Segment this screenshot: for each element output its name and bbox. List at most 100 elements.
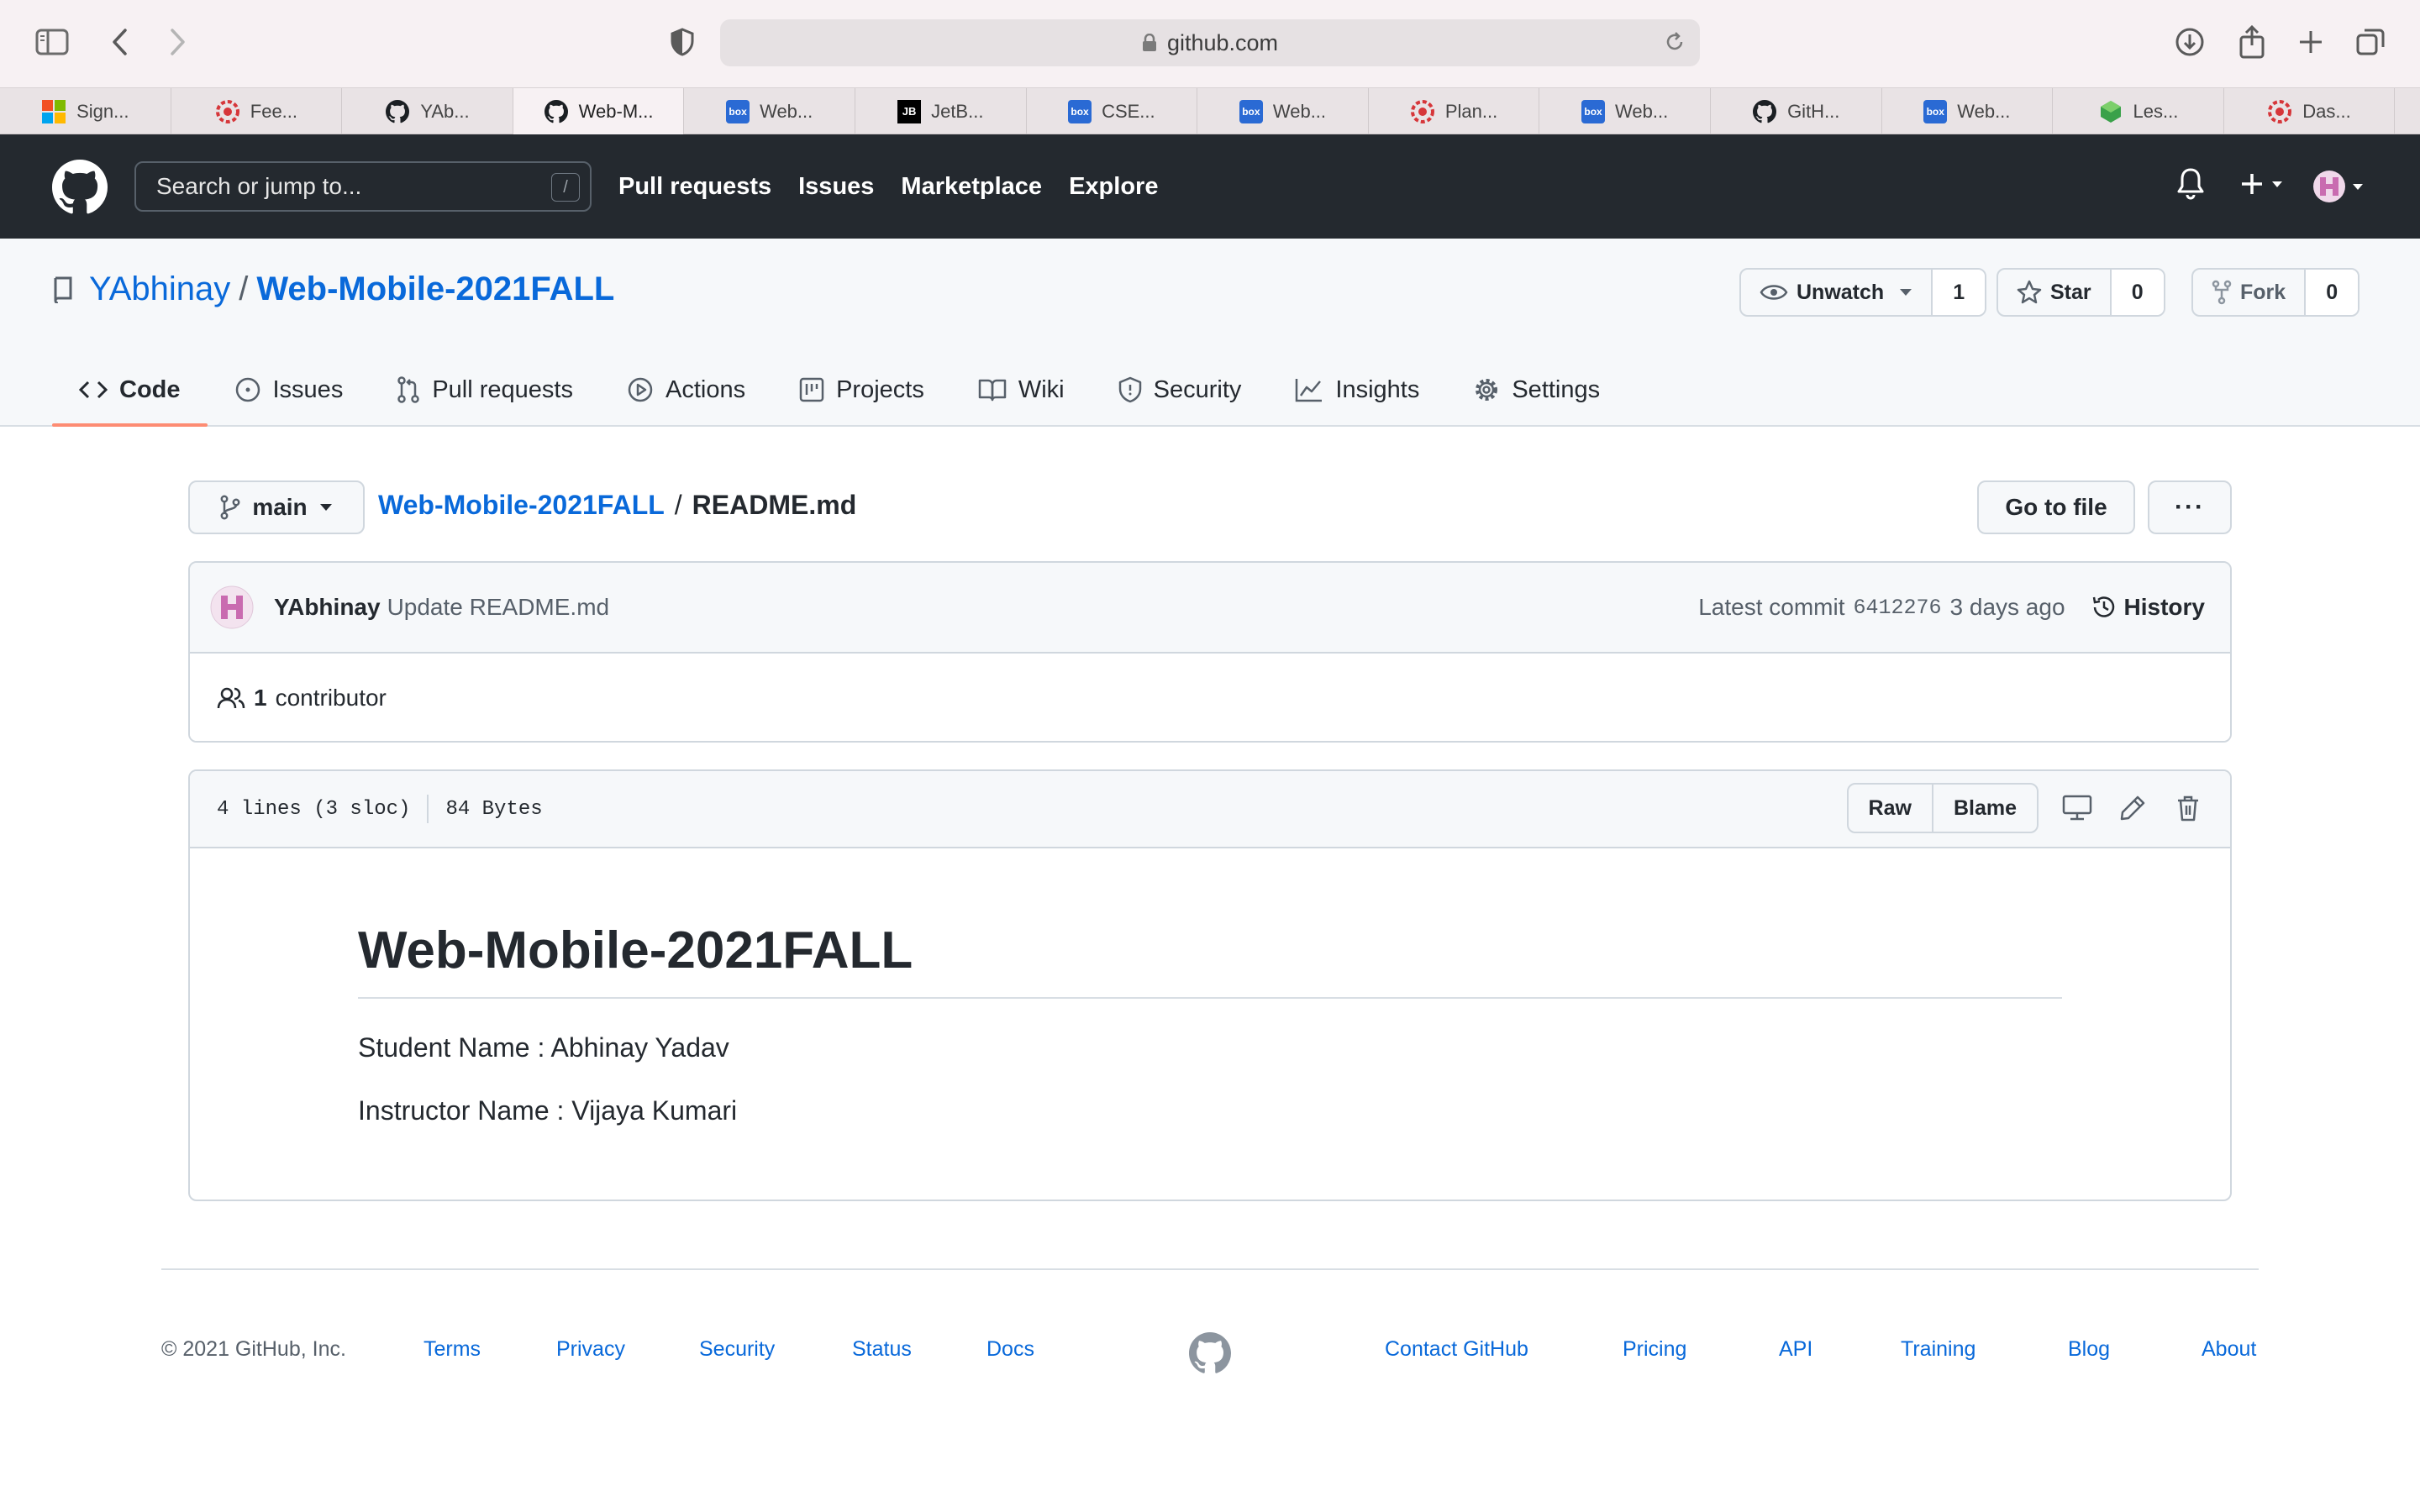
github-logo-icon[interactable] [52,160,108,219]
trash-icon[interactable] [2171,791,2205,825]
nav-explore[interactable]: Explore [1069,173,1158,201]
contributors-row[interactable]: 1 contributor [190,654,2230,741]
footer-link-privacy[interactable]: Privacy [556,1337,625,1362]
share-icon[interactable] [2232,22,2272,62]
commit-age: 3 days ago [1949,594,2065,620]
history-icon [2091,594,2118,621]
blame-button[interactable]: Blame [1931,785,2037,832]
browser-tab[interactable]: JB JetB... [855,88,1027,134]
forward-icon[interactable] [158,22,198,62]
tab-overview-icon[interactable] [2351,22,2391,62]
repo-name-link[interactable]: Web-Mobile-2021FALL [256,270,614,308]
browser-tab[interactable]: GitH... [1711,88,1882,134]
nav-pull-requests[interactable]: Pull requests [618,173,771,201]
search-input[interactable]: Search or jump to... / [134,161,592,212]
browser-tab[interactable]: Plan... [1369,88,1540,134]
watch-count[interactable]: 1 [1931,270,1986,315]
desktop-icon[interactable] [2060,791,2094,825]
repo-owner-link[interactable]: YAbhinay [89,270,230,308]
jetbrains-icon: JB [897,99,922,123]
go-to-file-button[interactable]: Go to file [1977,480,2135,534]
create-new-icon[interactable] [2240,171,2287,197]
footer-link-blog[interactable]: Blog [2068,1337,2110,1362]
browser-tab-label: Web... [1272,100,1327,122]
footer-link-training[interactable]: Training [1901,1337,1975,1362]
search-placeholder: Search or jump to... [156,173,362,199]
file-size-info: 84 Bytes [445,797,543,821]
green-cube-icon [2098,99,2123,124]
browser-tab[interactable]: box Web... [1882,88,2054,134]
footer-link-api[interactable]: API [1779,1337,1812,1362]
footer-link-docs[interactable]: Docs [986,1337,1034,1362]
browser-tab-active[interactable]: Web-M... [513,88,685,134]
tab-insights[interactable]: Insights [1268,353,1446,427]
tab-pull-requests[interactable]: Pull requests [370,353,600,427]
tab-wiki[interactable]: Wiki [951,353,1092,427]
repo-title: YAbhinay / Web-Mobile-2021FALL [52,270,614,308]
commit-author-link[interactable]: YAbhinay [274,594,381,621]
browser-tab[interactable]: Sign... [0,88,171,134]
browser-tab[interactable]: YAb... [342,88,513,134]
star-button[interactable]: Star [1998,270,2110,315]
url-text: github.com [1166,29,1279,55]
raw-button[interactable]: Raw [1849,785,1932,832]
tab-code[interactable]: Code [52,353,208,427]
unwatch-button[interactable]: Unwatch [1741,270,1931,315]
browser-tab[interactable]: Das... [2224,88,2396,134]
footer-link-terms[interactable]: Terms [424,1337,481,1362]
breadcrumb: Web-Mobile-2021FALL / README.md [378,490,856,521]
privacy-shield-icon[interactable] [662,22,702,62]
issue-icon [234,376,261,403]
nav-marketplace[interactable]: Marketplace [901,173,1042,201]
back-icon[interactable] [99,22,139,62]
browser-tab[interactable]: box Web... [684,88,855,134]
github-mark-icon[interactable] [1189,1332,1231,1380]
nav-issues[interactable]: Issues [798,173,874,201]
fork-count[interactable]: 0 [2304,270,2359,315]
browser-tab[interactable]: Fee... [171,88,343,134]
footer-link-status[interactable]: Status [852,1337,912,1362]
new-tab-icon[interactable] [2291,22,2331,62]
branch-icon [220,495,240,520]
github-icon [544,99,569,124]
footer-link-about[interactable]: About [2202,1337,2256,1362]
breadcrumb-repo-link[interactable]: Web-Mobile-2021FALL [378,490,665,521]
tab-security[interactable]: Security [1092,353,1269,427]
history-button[interactable]: History [2091,594,2205,621]
address-bar[interactable]: github.com [720,19,1700,66]
commit-message-link[interactable]: Update README.md [387,594,610,621]
star-count[interactable]: 0 [2109,270,2164,315]
tab-issues[interactable]: Issues [208,353,371,427]
browser-tab[interactable]: box Web... [1197,88,1369,134]
downloads-icon[interactable] [2170,22,2210,62]
commit-row: YAbhinay Update README.md Latest commit … [190,563,2230,654]
tab-issues-label: Issues [272,375,344,403]
file-viewer: 4 lines (3 sloc) 84 Bytes Raw Blame Web-… [188,769,2232,1201]
readme-content: Web-Mobile-2021FALL Student Name : Abhin… [190,848,2230,1126]
browser-tab[interactable]: box Web... [1539,88,1711,134]
github-icon [1752,99,1777,124]
fork-button[interactable]: Fork [2193,270,2304,315]
tab-projects[interactable]: Projects [772,353,951,427]
avatar[interactable] [210,585,254,629]
footer-link-contact[interactable]: Contact GitHub [1385,1337,1528,1362]
history-label: History [2123,594,2205,620]
latest-commit-label: Latest commit [1698,594,1845,620]
reload-icon[interactable] [1663,30,1686,60]
browser-tab[interactable]: Les... [2053,88,2224,134]
pencil-icon[interactable] [2116,791,2149,825]
contributor-count: 1 [254,685,267,711]
branch-select-button[interactable]: main [188,480,365,534]
browser-tab-bar: Sign... Fee... YAb... Web-M... box Web..… [0,87,2420,134]
tab-actions[interactable]: Actions [600,353,772,427]
sidebar-toggle-icon[interactable] [32,22,72,62]
github-icon [385,99,410,124]
bell-icon[interactable] [2176,166,2205,200]
commit-sha-link[interactable]: 6412276 [1854,596,1942,620]
tab-settings[interactable]: Settings [1446,353,1627,427]
more-options-button[interactable]: ··· [2148,480,2232,534]
browser-tab[interactable]: box CSE... [1027,88,1198,134]
footer-link-pricing[interactable]: Pricing [1623,1337,1686,1362]
user-avatar-menu[interactable] [2312,170,2366,203]
footer-link-security[interactable]: Security [699,1337,775,1362]
